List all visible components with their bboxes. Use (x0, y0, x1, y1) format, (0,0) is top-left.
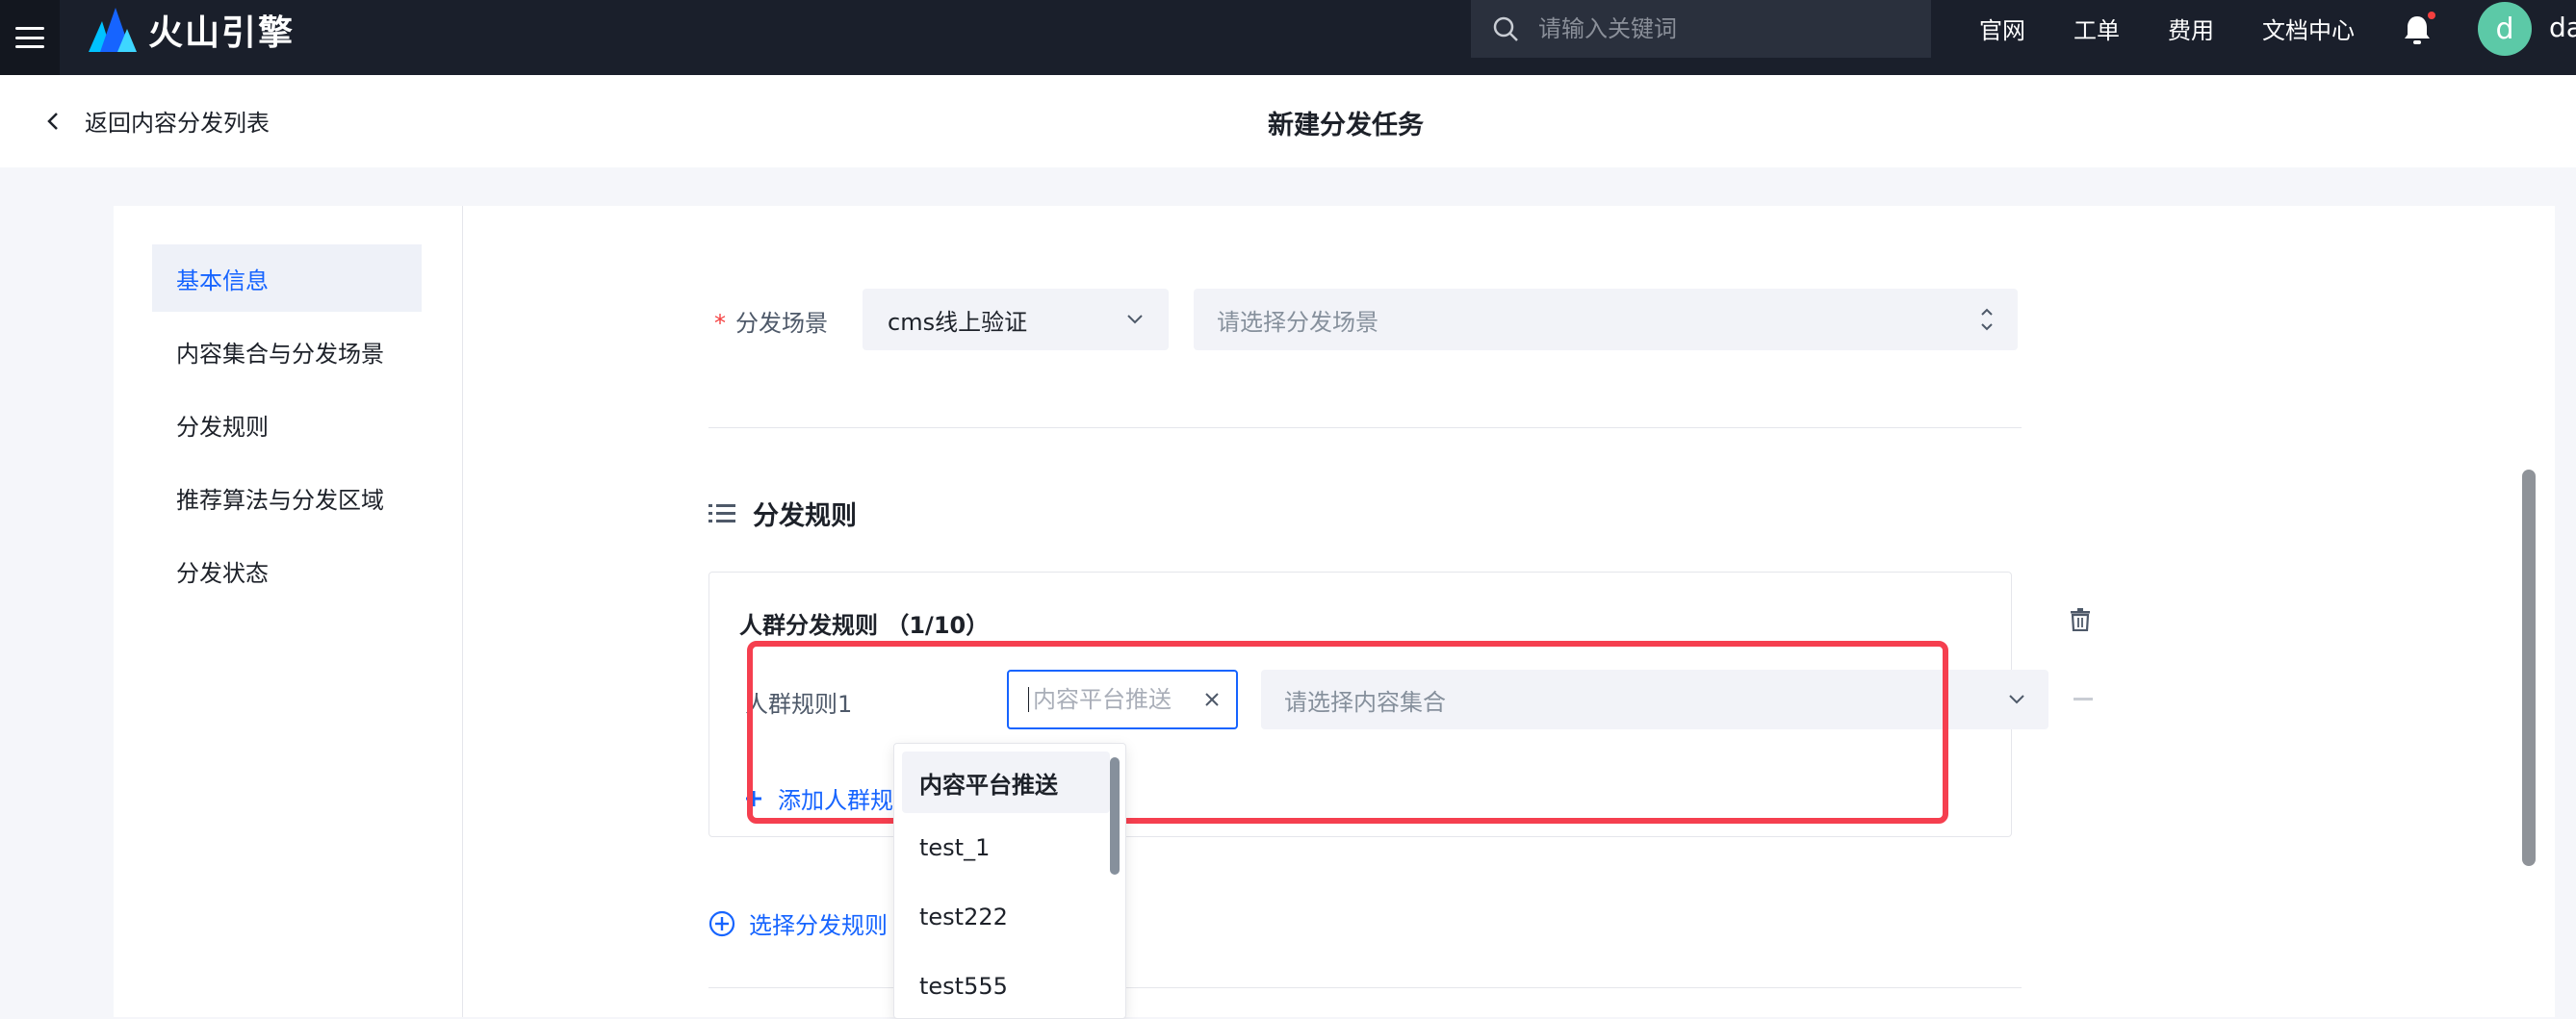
nav-link-tickets[interactable]: 工单 (2074, 12, 2120, 45)
volcano-logo-icon (89, 8, 137, 52)
side-nav-item-content-scene[interactable]: 内容集合与分发场景 (152, 318, 422, 385)
rules-section-title: 分发规则 (708, 495, 857, 532)
text-caret (1028, 687, 1029, 712)
add-crowd-rule-button[interactable]: 添加人群规 (745, 781, 893, 815)
crowd-rules-title: 人群分发规则 （1/10） (739, 612, 990, 639)
scene-select[interactable]: 请选择分发场景 (1194, 289, 2018, 350)
remove-rule-icon[interactable] (2074, 698, 2093, 701)
nav-link-official-site[interactable]: 官网 (1979, 12, 2025, 45)
dropdown-option[interactable]: 内容平台推送 (902, 752, 1110, 813)
content-set-select[interactable]: 请选择内容集合 (1261, 670, 2048, 729)
top-bar: 火山引擎 官网 工单 费用 文档中心 d da (0, 0, 2576, 75)
menu-icon[interactable] (0, 0, 60, 75)
dropdown-option[interactable]: test555 (894, 952, 1125, 1018)
back-link[interactable]: 返回内容分发列表 (46, 104, 270, 138)
dropdown-option[interactable]: test_1 (894, 813, 1125, 882)
choose-rule-label: 选择分发规则 (749, 912, 888, 939)
content-card: 基本信息 内容集合与分发场景 分发规则 推荐算法与分发区域 分发状态 * 分发场景… (114, 206, 2555, 1017)
plus-circle-icon (708, 910, 735, 936)
logo-text: 火山引擎 (148, 13, 296, 53)
search-icon (1493, 16, 1518, 41)
trash-icon[interactable] (2070, 608, 2091, 631)
bell-icon[interactable] (2403, 12, 2435, 50)
scene-select-placeholder: 请选择分发场景 (1217, 308, 1378, 336)
page-scrollbar[interactable] (2522, 470, 2536, 866)
side-nav-item-rules[interactable]: 分发规则 (152, 391, 422, 458)
avatar[interactable]: d (2478, 2, 2532, 56)
scene-label: * 分发场景 (714, 304, 828, 338)
crowd-rule-label: 人群规则1 (745, 691, 851, 718)
nav-link-billing[interactable]: 费用 (2168, 12, 2214, 45)
required-mark: * (714, 310, 726, 337)
crowd-rule-input[interactable] (1031, 685, 1189, 714)
page-header: 返回内容分发列表 新建分发任务 (0, 75, 2576, 167)
scene-collection-value: cms线上验证 (888, 308, 1028, 336)
page-title: 新建分发任务 (1268, 111, 1424, 140)
search-box[interactable] (1471, 0, 1931, 58)
rules-section-title-text: 分发规则 (753, 501, 857, 531)
content-set-placeholder: 请选择内容集合 (1284, 688, 1446, 716)
scene-label-text: 分发场景 (735, 310, 828, 337)
side-nav-item-algorithm-region[interactable]: 推荐算法与分发区域 (152, 464, 422, 531)
sort-icon (1981, 308, 1993, 331)
chevron-left-icon (47, 112, 58, 130)
back-link-label: 返回内容分发列表 (85, 110, 270, 137)
nav-link-docs[interactable]: 文档中心 (2262, 12, 2355, 45)
side-nav-item-basic-info[interactable]: 基本信息 (152, 244, 422, 312)
choose-rule-button[interactable]: 选择分发规则 (708, 906, 888, 940)
side-nav: 基本信息 内容集合与分发场景 分发规则 推荐算法与分发区域 分发状态 (114, 206, 463, 1017)
chevron-down-icon (2009, 695, 2024, 704)
dropdown-option[interactable]: test222 (894, 882, 1125, 952)
list-icon (708, 503, 735, 522)
side-nav-item-status[interactable]: 分发状态 (152, 537, 422, 604)
clear-icon[interactable] (1203, 691, 1221, 708)
add-crowd-rule-label: 添加人群规 (778, 787, 893, 814)
chevron-down-icon (1127, 315, 1143, 324)
username[interactable]: da (2549, 12, 2576, 43)
crowd-rule-input-wrapper[interactable] (1007, 670, 1238, 729)
logo[interactable]: 火山引擎 (89, 8, 296, 53)
top-nav: 官网 工单 费用 文档中心 (1979, 12, 2355, 45)
search-input[interactable] (1536, 14, 1906, 43)
crowd-rule-dropdown: 内容平台推送 test_1 test222 test555 (893, 743, 1126, 1019)
divider (708, 427, 2022, 428)
scene-collection-select[interactable]: cms线上验证 (863, 289, 1169, 350)
plus-icon (746, 790, 761, 806)
dropdown-scrollbar[interactable] (1110, 757, 1120, 875)
notification-dot (2428, 12, 2435, 19)
